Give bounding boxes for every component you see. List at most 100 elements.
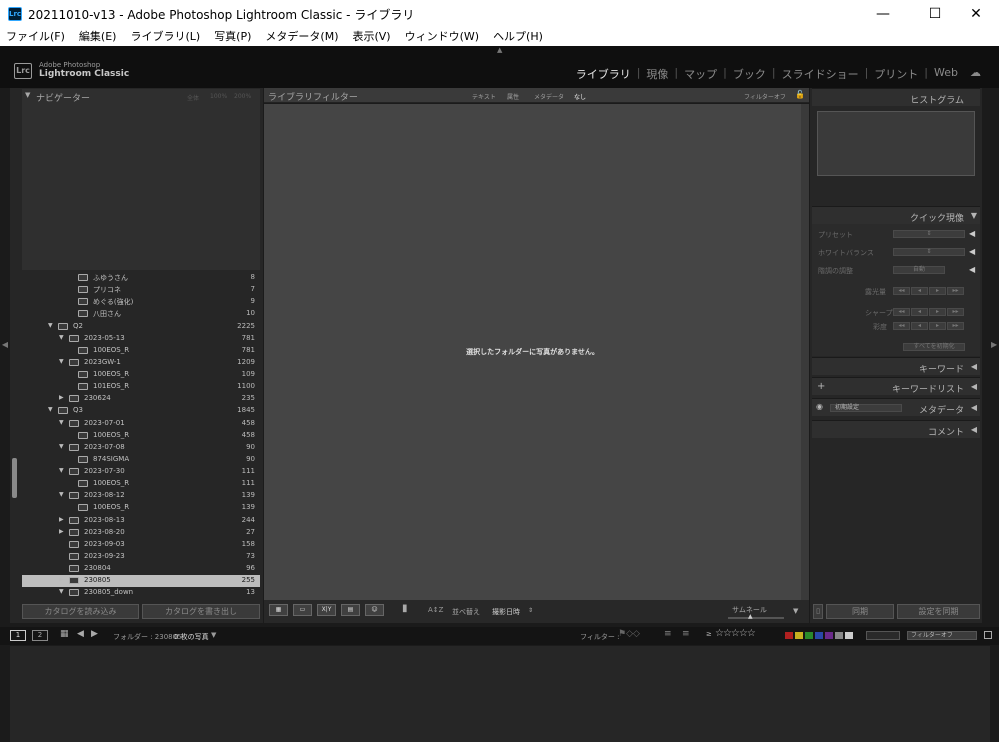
- module-develop[interactable]: 現像: [640, 66, 674, 82]
- edit-status-icon[interactable]: ≡: [664, 629, 672, 639]
- filter-tab-metadata[interactable]: メタデータ: [534, 92, 564, 101]
- survey-view-button[interactable]: ▤: [341, 604, 360, 616]
- eye-icon[interactable]: ◉: [816, 402, 823, 411]
- quick-develop-collapse-icon[interactable]: ▼: [971, 211, 977, 220]
- folder-row[interactable]: 100EOS_R 458: [22, 430, 260, 442]
- loupe-view-button[interactable]: ▭: [293, 604, 312, 616]
- menu-file[interactable]: ファイル(F): [6, 28, 65, 46]
- flag-filters-icon[interactable]: ⚑◇◇: [618, 629, 640, 639]
- navigator-preview[interactable]: [22, 104, 260, 270]
- folder-expand-icon[interactable]: ▼: [59, 588, 64, 595]
- main-screen-button[interactable]: 1: [10, 630, 26, 641]
- filter-preset-select[interactable]: フィルターオフ: [744, 92, 786, 101]
- lock-icon[interactable]: 🔓: [795, 90, 805, 99]
- filter-lock-icon[interactable]: [984, 631, 992, 639]
- keywording-header[interactable]: キーワード ◀: [812, 357, 980, 375]
- folder-row[interactable]: ふゆうさん 8: [22, 272, 260, 284]
- folder-expand-icon[interactable]: ▼: [59, 467, 64, 474]
- filmstrip-source[interactable]: フォルダー : 230805: [113, 632, 182, 642]
- color-label-swatch[interactable]: [795, 632, 803, 639]
- folder-row[interactable]: ▼ 2023-08-12 139: [22, 490, 260, 502]
- qd-reset-all-button[interactable]: すべてを初期化: [903, 343, 965, 351]
- folder-expand-icon[interactable]: ▼: [59, 358, 64, 365]
- folder-row[interactable]: ▶ 230805 255: [22, 575, 260, 588]
- qd-wb-expand-icon[interactable]: ◀: [969, 247, 975, 256]
- folder-expand-icon[interactable]: ▶: [59, 528, 64, 535]
- menu-edit[interactable]: 編集(E): [79, 28, 117, 46]
- module-slideshow[interactable]: スライドショー: [776, 66, 865, 82]
- folder-expand-icon[interactable]: ▼: [48, 322, 53, 329]
- qd-exposure-minus2[interactable]: ◂◂: [893, 287, 910, 295]
- folder-row[interactable]: 2023-09-23 73: [22, 551, 260, 563]
- folder-expand-icon[interactable]: ▼: [59, 443, 64, 450]
- qd-exposure-minus1[interactable]: ◂: [911, 287, 928, 295]
- qd-exposure-plus1[interactable]: ▸: [929, 287, 946, 295]
- qd-saturation-plus1[interactable]: ▸: [929, 322, 946, 330]
- folder-row[interactable]: めぐる(強化) 9: [22, 296, 260, 308]
- export-catalog-button[interactable]: カタログを書き出し: [142, 604, 260, 619]
- navigator-collapse-icon[interactable]: ▼: [25, 91, 30, 99]
- folder-expand-icon[interactable]: ▶: [59, 576, 64, 583]
- folder-row[interactable]: ▼ Q2 2225: [22, 321, 260, 333]
- forward-arrow-icon[interactable]: ▶: [91, 629, 98, 639]
- filter-preset-dropdown[interactable]: フィルターオフ: [907, 631, 977, 640]
- sort-select[interactable]: 撮影日時: [492, 607, 520, 617]
- filmstrip[interactable]: [10, 646, 990, 742]
- folder-expand-icon[interactable]: ▶: [59, 394, 64, 401]
- module-web[interactable]: Web: [928, 66, 964, 82]
- color-label-swatch[interactable]: [825, 632, 833, 639]
- folder-row[interactable]: ▶ 2023-08-13 244: [22, 515, 260, 527]
- minimize-button[interactable]: —: [860, 0, 906, 28]
- maximize-button[interactable]: ☐: [912, 0, 958, 28]
- sort-dropdown-icon[interactable]: ⇕: [528, 607, 533, 614]
- menu-window[interactable]: ウィンドウ(W): [405, 28, 479, 46]
- folder-row[interactable]: ▼ Q3 1845: [22, 405, 260, 417]
- keyword-list-expand-icon[interactable]: ◀: [971, 382, 977, 391]
- qd-sharpness-minus2[interactable]: ◂◂: [893, 308, 910, 316]
- compare-view-button[interactable]: X|Y: [317, 604, 336, 616]
- right-panel-toggle-icon[interactable]: ▶: [991, 340, 999, 370]
- folder-row[interactable]: 100EOS_R 139: [22, 502, 260, 514]
- sync-toggle-icon[interactable]: ▯: [813, 604, 823, 619]
- zoom-100[interactable]: 100%: [210, 93, 227, 100]
- grid-view[interactable]: 選択したフォルダーに写真がありません。: [264, 104, 801, 600]
- sort-direction-icon[interactable]: A↕Z: [428, 606, 443, 614]
- folder-row[interactable]: 101EOS_R 1100: [22, 381, 260, 393]
- color-label-swatch[interactable]: [845, 632, 853, 639]
- menu-metadata[interactable]: メタデータ(M): [265, 28, 338, 46]
- filter-tab-attribute[interactable]: 属性: [507, 92, 519, 101]
- zoom-200[interactable]: 200%: [234, 93, 251, 100]
- rating-operator-icon[interactable]: ≥: [706, 630, 712, 638]
- folder-row[interactable]: 100EOS_R 111: [22, 478, 260, 490]
- comments-header[interactable]: コメント ◀: [812, 420, 980, 438]
- slider-thumb-icon[interactable]: ▲: [748, 613, 753, 620]
- folder-row[interactable]: 100EOS_R 109: [22, 369, 260, 381]
- qd-saturation-minus2[interactable]: ◂◂: [893, 322, 910, 330]
- filter-tab-text[interactable]: テキスト: [472, 92, 496, 101]
- thumbnail-size-slider[interactable]: [728, 617, 784, 619]
- qd-sharpness-plus2[interactable]: ▸▸: [947, 308, 964, 316]
- copy-status-icon[interactable]: ≡: [682, 629, 690, 639]
- folder-expand-icon[interactable]: ▶: [59, 516, 64, 523]
- grid-icon[interactable]: ▦: [60, 629, 69, 639]
- second-screen-button[interactable]: 2: [32, 630, 48, 641]
- keywording-expand-icon[interactable]: ◀: [971, 362, 977, 371]
- filter-tab-none[interactable]: なし: [574, 92, 586, 101]
- menu-view[interactable]: 表示(V): [352, 28, 390, 46]
- left-panel-scrollbar[interactable]: [12, 458, 17, 498]
- folder-row[interactable]: ▶ 2023-08-20 27: [22, 527, 260, 539]
- rating-stars[interactable]: ☆☆☆☆☆: [715, 628, 756, 639]
- folder-row[interactable]: 230804 96: [22, 563, 260, 575]
- custom-filter-toggle[interactable]: [866, 631, 900, 640]
- module-map[interactable]: マップ: [678, 66, 723, 82]
- menu-photo[interactable]: 写真(P): [214, 28, 251, 46]
- filmstrip-source-dropdown-icon[interactable]: ▼: [211, 631, 216, 639]
- left-panel-toggle-icon[interactable]: ◀: [0, 340, 10, 370]
- cloud-icon[interactable]: ☁: [964, 66, 987, 82]
- qd-wb-select[interactable]: ⇕: [893, 248, 965, 256]
- folder-row[interactable]: 100EOS_R 781: [22, 345, 260, 357]
- keyword-list-header[interactable]: + キーワードリスト ◀: [812, 377, 980, 395]
- folder-row[interactable]: ▼ 230805_down 13: [22, 587, 260, 599]
- grid-view-button[interactable]: ▦: [269, 604, 288, 616]
- menu-help[interactable]: ヘルプ(H): [493, 28, 543, 46]
